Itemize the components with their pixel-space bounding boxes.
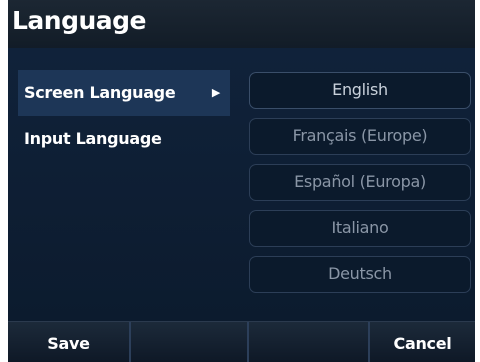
page-title: Language xyxy=(12,6,147,35)
title-bar: Language xyxy=(8,0,475,48)
softkey-empty-2[interactable] xyxy=(131,322,247,362)
softkey-bar: Save Cancel xyxy=(8,321,475,362)
option-english[interactable]: English xyxy=(249,72,471,109)
menu-item-label: Screen Language xyxy=(24,83,176,102)
option-espanol[interactable]: Español (Europa) xyxy=(249,164,471,201)
menu-item-input-language[interactable]: Input Language xyxy=(18,116,230,162)
softkey-empty-3[interactable] xyxy=(249,322,368,362)
option-francais[interactable]: Français (Europe) xyxy=(249,118,471,155)
save-button[interactable]: Save xyxy=(8,322,129,362)
option-deutsch[interactable]: Deutsch xyxy=(249,256,471,293)
menu-item-label: Input Language xyxy=(24,129,162,148)
arrow-right-icon: ▶ xyxy=(211,86,220,99)
phone-screen: Language Screen Language ▶ Input Languag… xyxy=(8,0,475,362)
menu-item-screen-language[interactable]: Screen Language ▶ xyxy=(18,70,230,116)
option-italiano[interactable]: Italiano xyxy=(249,210,471,247)
cancel-button[interactable]: Cancel xyxy=(370,322,475,362)
content-area: Screen Language ▶ Input Language English… xyxy=(8,48,475,321)
